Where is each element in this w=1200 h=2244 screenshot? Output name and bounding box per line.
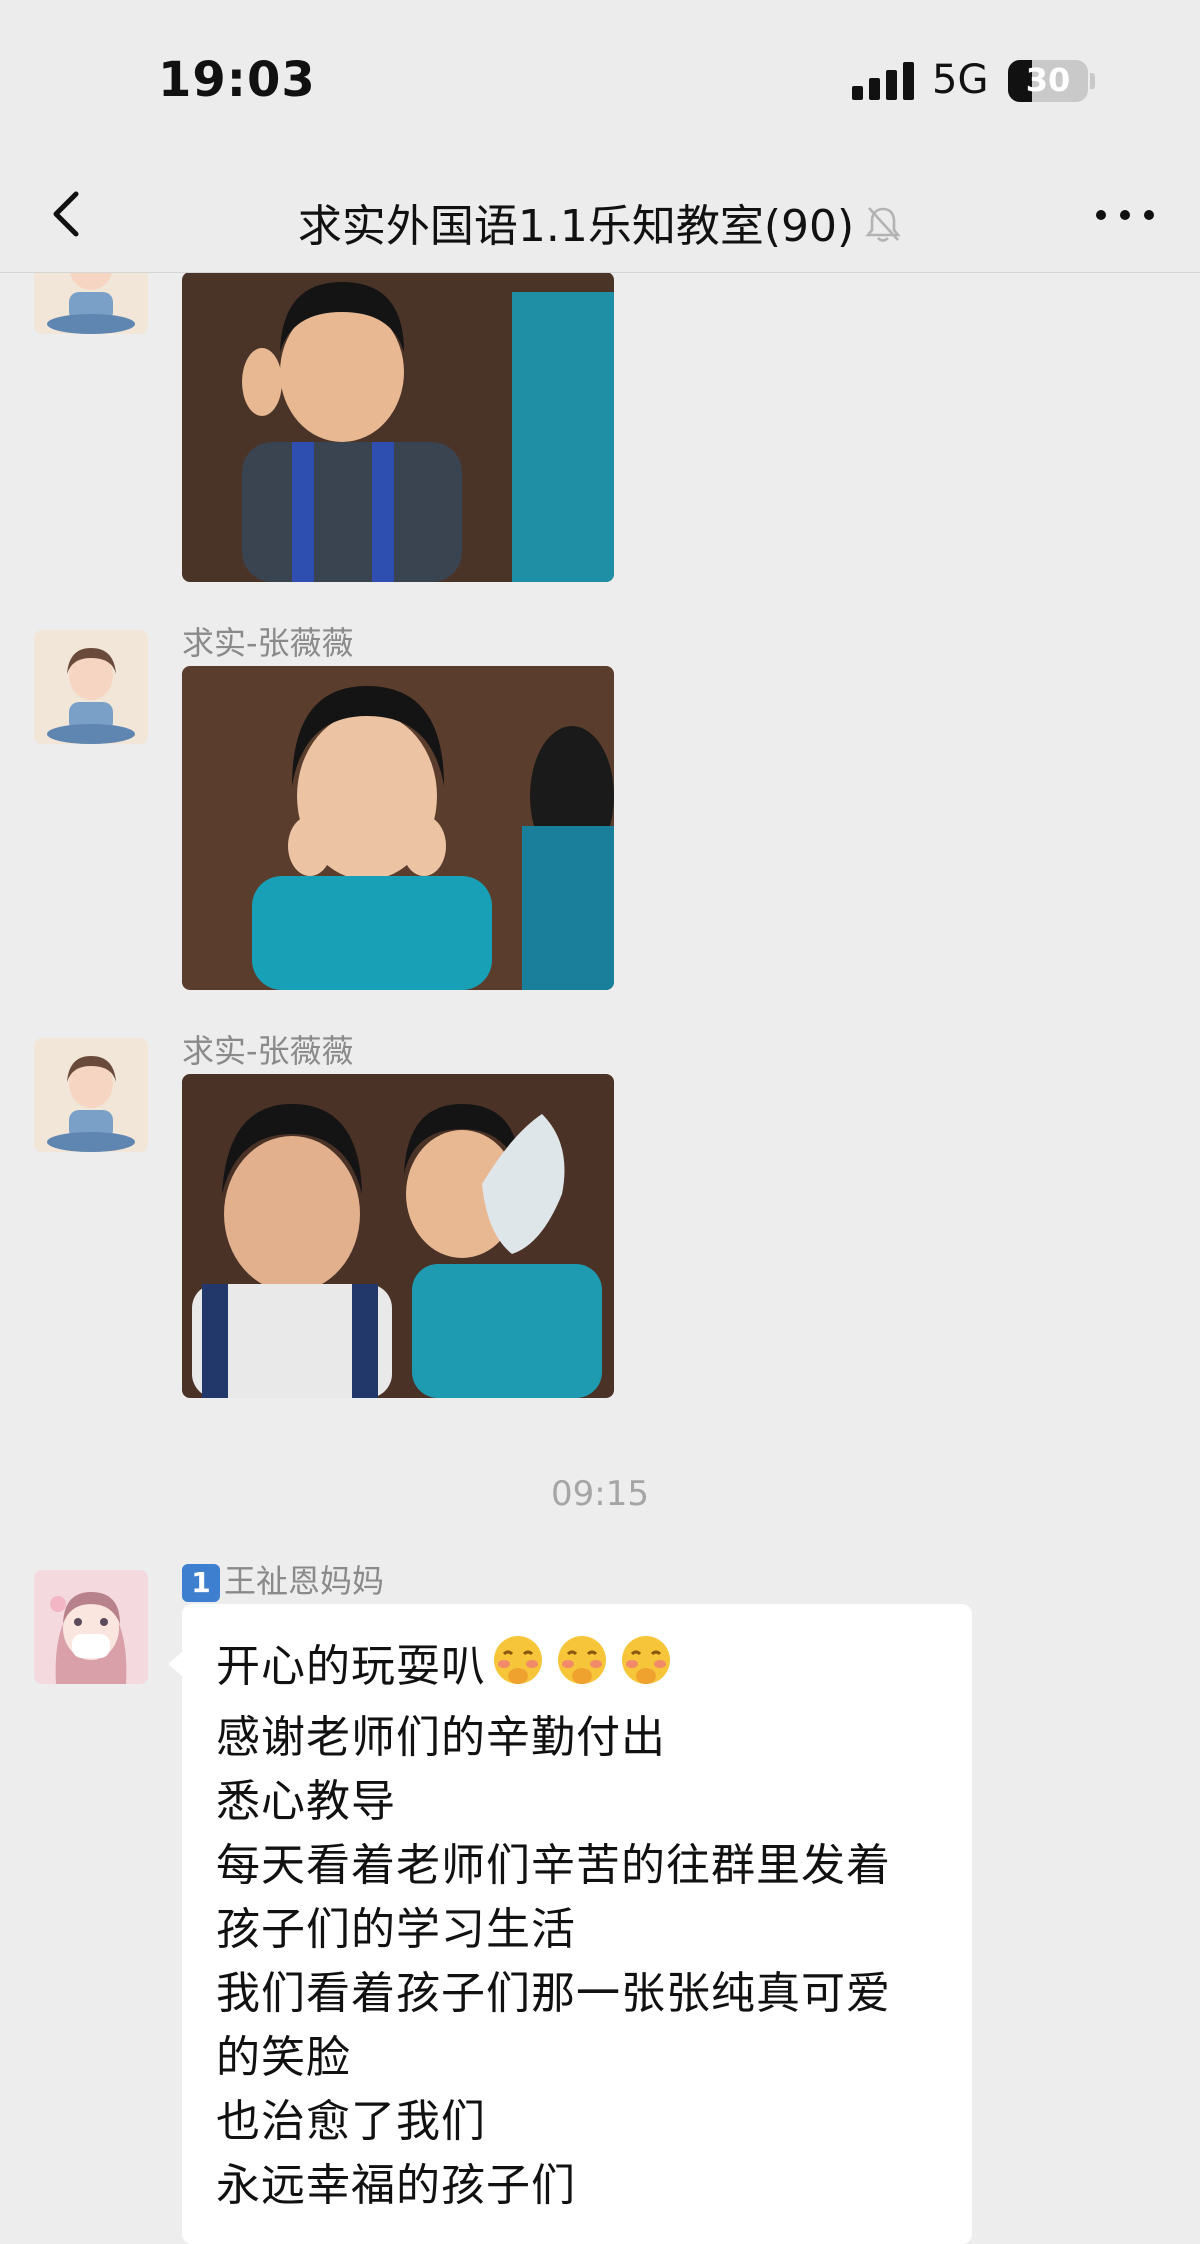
avatar[interactable] bbox=[34, 1570, 148, 1684]
more-dots-icon bbox=[1096, 210, 1106, 220]
message-photo[interactable] bbox=[182, 272, 614, 582]
message-line: 的笑脸 bbox=[216, 2032, 351, 2083]
more-options-button[interactable] bbox=[1090, 200, 1160, 230]
battery-cap bbox=[1090, 73, 1095, 89]
bubble-tail bbox=[168, 1652, 182, 1676]
chat-header: 求实外国语1.1乐知教室(90) bbox=[0, 160, 1200, 273]
sender-name: 王祉恩妈妈 bbox=[224, 1562, 385, 1600]
timestamp: 09:15 bbox=[551, 1474, 649, 1514]
message-photo[interactable] bbox=[182, 1074, 614, 1398]
message-line: 也治愈了我们 bbox=[216, 2096, 486, 2147]
message-photo[interactable] bbox=[182, 666, 614, 990]
sender-name: 求实-张薇薇 bbox=[182, 1032, 354, 1070]
message-line: 悉心教导 bbox=[216, 1776, 396, 1827]
message-line: 感谢老师们的辛勤付出 bbox=[216, 1712, 666, 1763]
rank-badge: 1 bbox=[182, 1564, 220, 1602]
avatar[interactable] bbox=[34, 630, 148, 744]
avatar[interactable] bbox=[34, 1038, 148, 1152]
message-line: 永远幸福的孩子们 bbox=[216, 2160, 576, 2211]
status-bar: 19:03 5G 30 bbox=[0, 0, 1200, 160]
chat-title: 求实外国语1.1乐知教室(90) bbox=[0, 190, 1200, 255]
sender-name: 求实-张薇薇 bbox=[182, 624, 354, 662]
message-line: 孩子们的学习生活 bbox=[216, 1904, 576, 1955]
message-line: 每天看着老师们辛苦的往群里发着 bbox=[216, 1840, 891, 1891]
signal-icon bbox=[852, 62, 914, 100]
bell-off-icon bbox=[864, 204, 902, 255]
blushing-face-emoji bbox=[490, 1632, 674, 1706]
battery-level: 30 bbox=[1025, 61, 1071, 99]
message-text: 开心的玩耍叭 感谢老师们的辛勤付出 悉心教导 每天看着老师们辛苦的往群里发着 孩… bbox=[216, 1632, 956, 2218]
message-line: 我们看着孩子们那一张张纯真可爱 bbox=[216, 1968, 891, 2019]
battery-icon: 30 bbox=[1008, 60, 1088, 102]
message-bubble[interactable]: 开心的玩耍叭 感谢老师们的辛勤付出 悉心教导 每天看着老师们辛苦的往群里发着 孩… bbox=[182, 1604, 972, 2244]
status-time: 19:03 bbox=[158, 52, 316, 108]
sender-name-row: 1 王祉恩妈妈 bbox=[182, 1556, 384, 1602]
message-line: 开心的玩耍叭 bbox=[216, 1632, 956, 1706]
chat-title-text: 求实外国语1.1乐知教室(90) bbox=[297, 201, 855, 252]
network-type: 5G bbox=[932, 57, 989, 103]
